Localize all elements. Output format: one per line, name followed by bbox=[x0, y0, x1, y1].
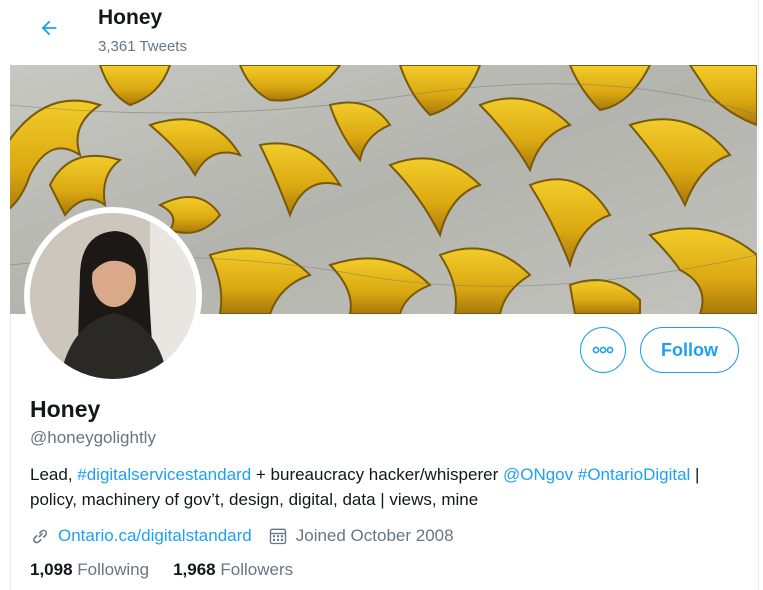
arrow-left-icon bbox=[38, 17, 60, 44]
profile-header: Honey 3,361 Tweets bbox=[10, 0, 757, 64]
hashtag-link[interactable]: #OntarioDigital bbox=[578, 465, 690, 484]
back-button[interactable] bbox=[33, 14, 65, 46]
following-count: 1,098 bbox=[30, 560, 73, 579]
follow-button[interactable]: Follow bbox=[640, 327, 739, 373]
tweet-count: 3,361 Tweets bbox=[98, 38, 187, 55]
avatar[interactable] bbox=[24, 207, 202, 385]
profile-handle: @honeygolightly bbox=[30, 428, 156, 447]
header-title: Honey bbox=[98, 6, 163, 29]
joined-date: Joined October 2008 bbox=[268, 526, 454, 546]
profile-name: Honey bbox=[30, 396, 101, 422]
hashtag-link[interactable]: #digitalservicestandard bbox=[77, 465, 251, 484]
bio-text: Lead, bbox=[30, 465, 78, 484]
followers-label: Followers bbox=[220, 560, 294, 579]
profile-stats: 1,098 Following 1,968 Followers bbox=[30, 560, 317, 580]
website-link[interactable]: Ontario.ca/digitalstandard bbox=[58, 526, 252, 546]
followers-count: 1,968 bbox=[173, 560, 216, 579]
followers-stat[interactable]: 1,968 Followers bbox=[173, 560, 293, 580]
following-label: Following bbox=[77, 560, 150, 579]
more-button[interactable] bbox=[580, 327, 626, 373]
profile-meta: Ontario.ca/digitalstandard Joined Octobe… bbox=[30, 523, 454, 549]
joined-text: Joined October 2008 bbox=[295, 526, 454, 545]
calendar-icon bbox=[268, 526, 288, 546]
avatar-photo bbox=[30, 213, 196, 379]
following-stat[interactable]: 1,098 Following bbox=[30, 560, 149, 580]
link-icon bbox=[30, 526, 50, 546]
more-horizontal-icon bbox=[592, 341, 614, 359]
bio-text: + bureaucracy hacker/whisperer bbox=[251, 465, 503, 484]
profile-bio: Lead, #digitalservicestandard + bureaucr… bbox=[30, 462, 730, 512]
mention-link[interactable]: @ONgov bbox=[503, 465, 573, 484]
